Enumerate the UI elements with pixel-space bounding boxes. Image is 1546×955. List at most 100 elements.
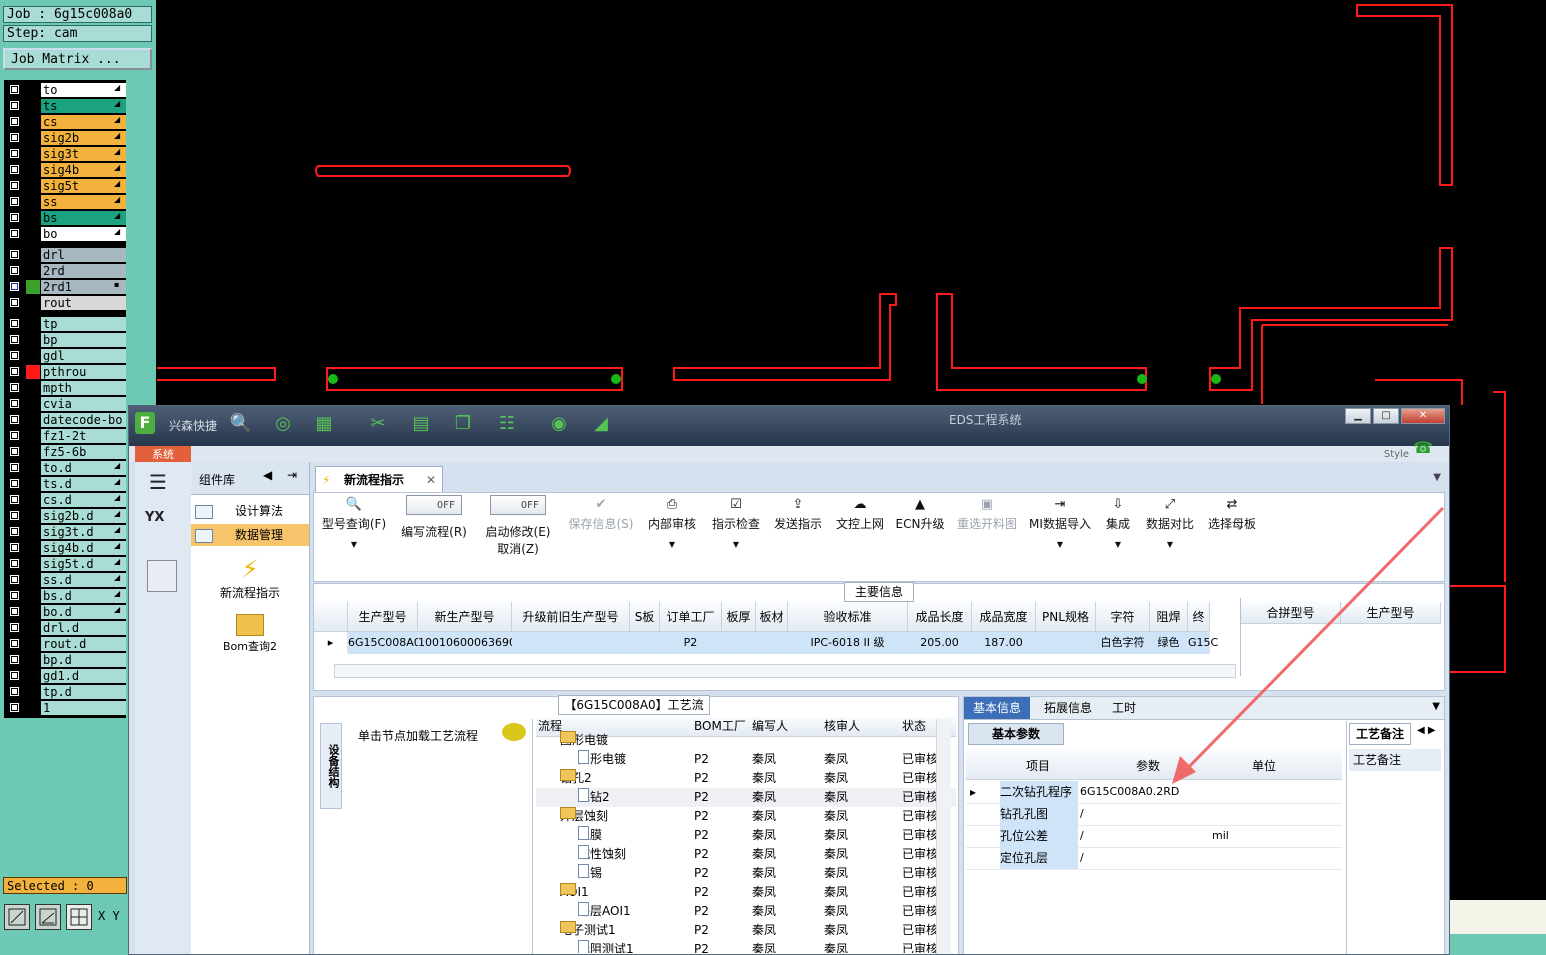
param-item[interactable]: 二次钻孔程序 — [1000, 781, 1078, 803]
layer-color-swatch[interactable] — [26, 131, 40, 145]
layer-row[interactable]: ts ◢ — [4, 99, 126, 113]
column-header[interactable]: 终 — [1188, 602, 1210, 632]
tab-extended-info[interactable]: 拓展信息 — [1038, 697, 1098, 719]
layer-row[interactable]: datecode-bo — [4, 413, 126, 427]
layer-color-swatch[interactable] — [26, 397, 40, 411]
layer-checkbox[interactable] — [10, 687, 19, 696]
layer-color-swatch[interactable] — [26, 163, 40, 177]
layer-name[interactable]: pthrou — [41, 365, 126, 379]
lifebuoy-icon[interactable]: ◎ — [271, 412, 295, 436]
ecn-upgrade-button[interactable]: ▲ ECN升级 — [894, 495, 946, 575]
layer-color-swatch[interactable] — [26, 83, 40, 97]
layer-row[interactable]: tp.d — [4, 685, 126, 699]
job-matrix-button[interactable]: Job Matrix ... — [3, 48, 152, 70]
grid-cell[interactable] — [722, 632, 756, 654]
flow-tree-row[interactable]: 退膜 P2 秦凤 秦凤 已审核 — [536, 826, 956, 845]
layer-checkbox[interactable] — [10, 197, 19, 206]
layer-name[interactable]: drl — [41, 248, 126, 262]
layer-name[interactable]: rout.d — [41, 637, 126, 651]
layer-color-swatch[interactable] — [26, 264, 40, 278]
flow-node[interactable]: 外层AOI1 — [578, 902, 631, 921]
grid-cell[interactable]: P2 — [660, 632, 722, 654]
send-instruction-button[interactable]: ⇪ 发送指示 — [770, 495, 826, 575]
layer-color-swatch[interactable] — [26, 541, 40, 555]
pin-icon[interactable]: ⇥ — [287, 468, 297, 482]
layer-row[interactable]: 2rd1 ▪ — [4, 280, 126, 294]
flow-tree-row[interactable]: 图形电镀 P2 秦凤 秦凤 已审核 — [536, 750, 956, 769]
layer-color-swatch[interactable] — [26, 381, 40, 395]
column-header[interactable]: S板 — [630, 602, 660, 632]
flow-node[interactable]: 外层蚀刻 — [560, 807, 608, 826]
layer-checkbox[interactable] — [10, 181, 19, 190]
layer-row[interactable]: to ◢ — [4, 83, 126, 97]
layer-color-swatch[interactable] — [26, 179, 40, 193]
layer-checkbox[interactable] — [10, 511, 19, 520]
flow-node[interactable]: 钻孔2 — [560, 769, 592, 788]
integrate-button[interactable]: ⇩ 集成 ▼ — [1098, 495, 1138, 575]
flow-node[interactable]: AOI1 — [560, 883, 589, 902]
check-instruction-button[interactable]: ☑ 指示检查 ▼ — [708, 495, 764, 575]
layer-color-swatch[interactable] — [26, 461, 40, 475]
column-header[interactable]: 阻焊 — [1150, 602, 1188, 632]
column-header[interactable]: 项目 — [1026, 757, 1050, 774]
param-row[interactable]: 定位孔层 / — [966, 847, 1342, 870]
angle-tool-button[interactable] — [35, 904, 61, 930]
layer-color-swatch[interactable] — [26, 195, 40, 209]
grid-cell[interactable]: 绿色 — [1150, 632, 1188, 654]
grid-cell[interactable]: 6G15C008A0 — [348, 632, 421, 654]
tab-basic-info[interactable]: 基本信息 — [964, 697, 1030, 719]
layer-color-swatch[interactable] — [26, 147, 40, 161]
layer-checkbox[interactable] — [10, 527, 19, 536]
column-header[interactable]: 单位 — [1252, 757, 1276, 774]
param-row[interactable]: ▸ 二次钻孔程序 6G15C008A0.2RD — [966, 781, 1342, 804]
layer-row[interactable]: sig4b ◢ — [4, 163, 126, 177]
horizontal-scrollbar[interactable] — [334, 664, 1236, 678]
toggle-switch[interactable]: OFF — [406, 495, 462, 515]
maximize-button[interactable]: □ — [1373, 408, 1399, 424]
grid-tool-button[interactable] — [66, 904, 92, 930]
data-compare-button[interactable]: ⤢ 数据对比 ▼ — [1142, 495, 1198, 575]
dropdown-arrow-icon[interactable]: ▼ — [1433, 472, 1441, 483]
layer-name[interactable]: rout — [41, 296, 126, 310]
layer-name[interactable]: 1 — [41, 701, 126, 715]
layer-checkbox[interactable] — [10, 351, 19, 360]
layer-checkbox[interactable] — [10, 298, 19, 307]
flow-hint-area[interactable]: 单击节点加载工艺流程 — [342, 719, 533, 954]
layer-row[interactable]: bo ◢ — [4, 227, 126, 241]
layer-color-swatch[interactable] — [26, 701, 40, 715]
layer-color-swatch[interactable] — [26, 509, 40, 523]
param-param[interactable]: / — [1080, 847, 1084, 869]
layer-row[interactable]: bo.d ◢ — [4, 605, 126, 619]
layer-color-swatch[interactable] — [26, 280, 40, 294]
layer-row[interactable]: pthrou — [4, 365, 126, 379]
layer-row[interactable]: ss.d ◢ — [4, 573, 126, 587]
grid-cell[interactable]: 10010600063690 — [418, 632, 516, 654]
flow-tree-row[interactable]: 低阻测试1 P2 秦凤 秦凤 已审核 — [536, 940, 956, 953]
apps-grid-icon[interactable]: ☷ — [495, 412, 519, 436]
layer-checkbox[interactable] — [10, 543, 19, 552]
cancel-label[interactable]: 取消(Z) — [480, 540, 556, 557]
layer-name[interactable]: mpth — [41, 381, 126, 395]
layer-row[interactable]: cs.d ◢ — [4, 493, 126, 507]
param-param[interactable]: 6G15C008A0.2RD — [1080, 781, 1179, 803]
flow-node[interactable]: 图形电镀 — [578, 750, 626, 769]
layer-row[interactable]: drl — [4, 248, 126, 262]
layer-row[interactable]: fz5-6b — [4, 445, 126, 459]
device-structure-tab[interactable]: 设备结构 — [320, 723, 342, 809]
flow-tree-row[interactable]: 退锡 P2 秦凤 秦凤 已审核 — [536, 864, 956, 883]
select-master-button[interactable]: ⇄ 选择母板 — [1204, 495, 1260, 575]
column-header[interactable]: 板材 — [756, 602, 788, 632]
yx-module-icon[interactable]: YX — [145, 510, 179, 544]
grid-cell[interactable] — [630, 632, 660, 654]
copy-icon[interactable]: ❐ — [451, 412, 475, 436]
layer-color-swatch[interactable] — [26, 637, 40, 651]
layer-checkbox[interactable] — [10, 575, 19, 584]
flow-node[interactable]: 电子测试1 — [560, 921, 616, 940]
model-query-button[interactable]: 🔍 型号查询(F) ▼ — [318, 495, 390, 575]
param-item[interactable]: 定位孔层 — [1000, 847, 1078, 869]
column-header[interactable]: 订单工厂 — [660, 602, 722, 632]
layer-row[interactable]: sig4b.d ◢ — [4, 541, 126, 555]
layer-name[interactable]: fz1-2t — [41, 429, 126, 443]
grid-cell[interactable]: G15C — [1188, 632, 1218, 654]
minimize-button[interactable]: ▁ — [1345, 408, 1371, 424]
